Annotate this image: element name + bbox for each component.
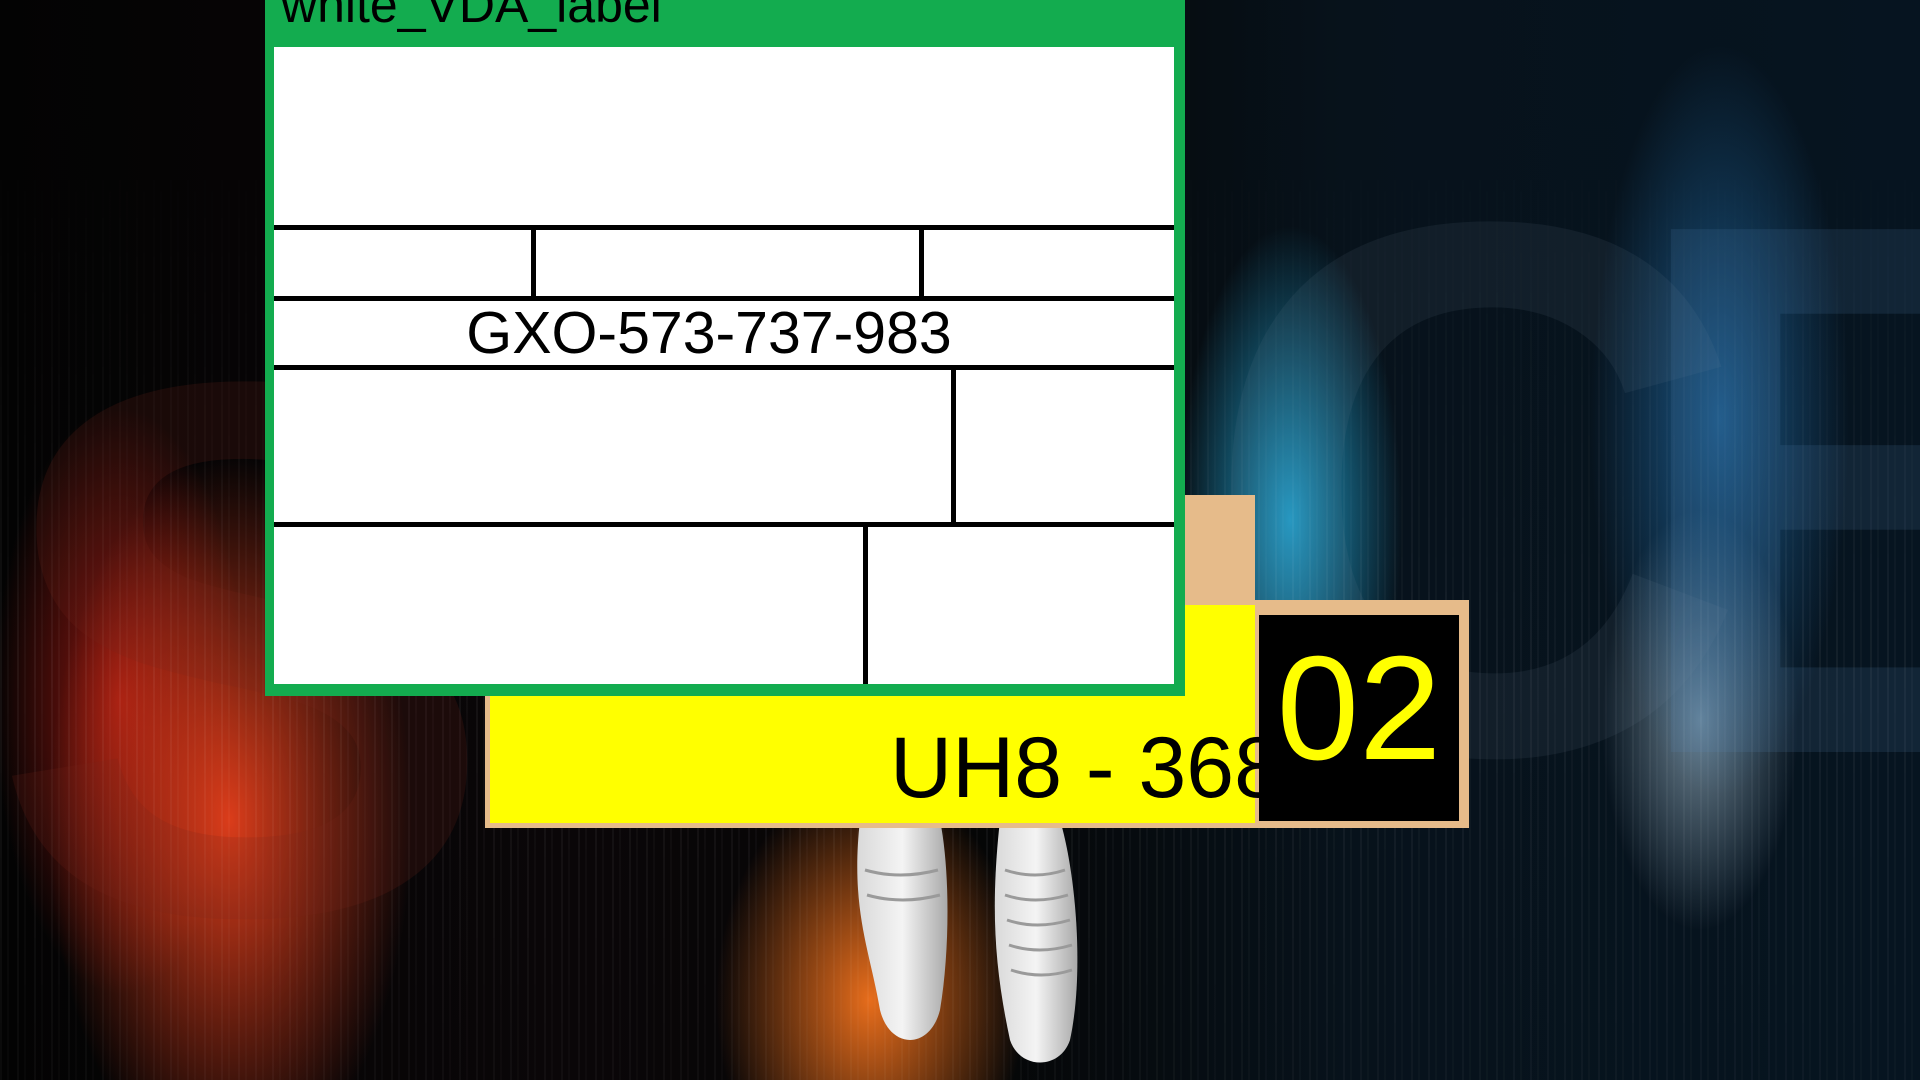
vda-grid-line <box>863 522 868 684</box>
vda-label-title: white_VDA_label <box>281 0 662 33</box>
vda-label-code: GXO-573-737-983 <box>466 300 952 366</box>
vda-grid-line <box>274 522 1174 527</box>
plate-text: UH8 - 368O <box>890 720 1349 816</box>
vda-grid-line <box>919 225 924 296</box>
desktop: S C E UH8 - 368O 02 white_VDA_label GXO-… <box>0 0 1920 1080</box>
plate-tab <box>1185 495 1255 605</box>
vda-grid-line <box>531 225 536 296</box>
vda-label-window[interactable]: white_VDA_label GXO-573-737-983 <box>265 0 1185 696</box>
vda-label-sheet: GXO-573-737-983 <box>274 47 1174 684</box>
plate-number-box: 02 <box>1259 615 1459 821</box>
plate-number: 02 <box>1276 626 1442 791</box>
vda-cell-header <box>274 47 1174 225</box>
vda-grid-line <box>274 225 1174 230</box>
wallpaper-letter-e: E <box>1620 65 1920 914</box>
vda-grid-line <box>951 365 956 522</box>
vda-grid-line <box>274 365 1174 370</box>
